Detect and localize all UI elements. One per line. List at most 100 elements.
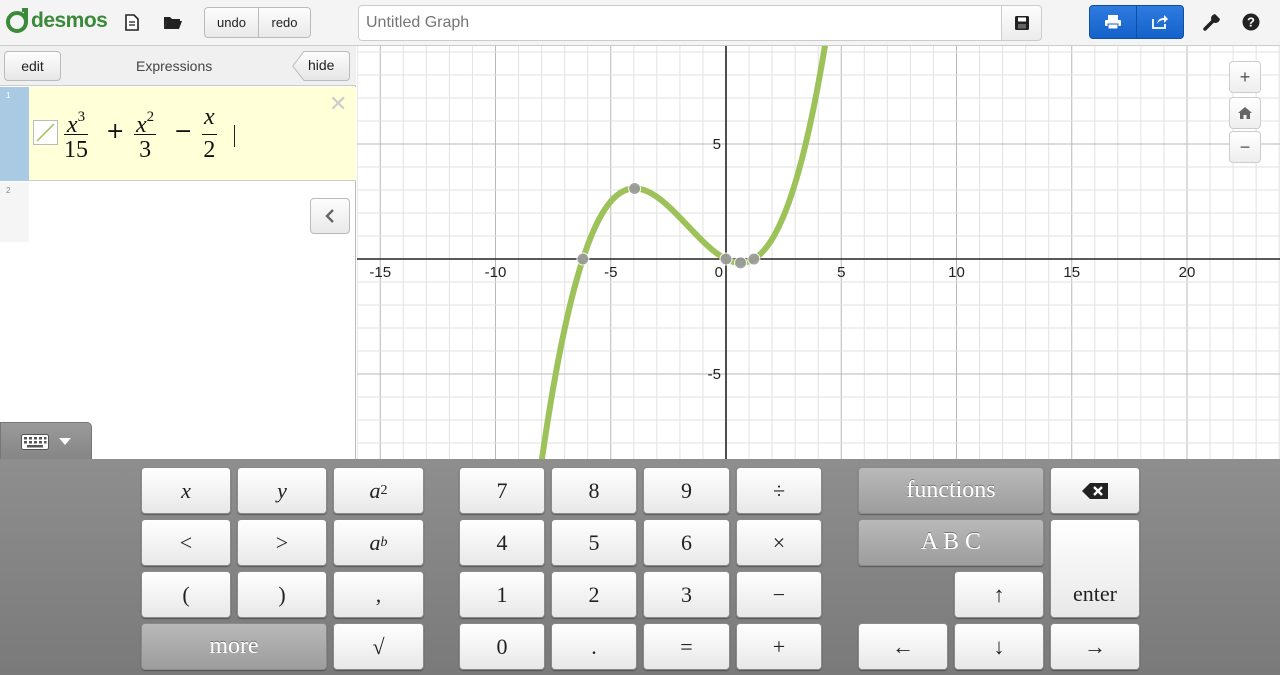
key-8[interactable]: 8 <box>551 467 637 514</box>
expression-gutter: 2 <box>0 182 29 242</box>
key-arrow-up[interactable]: ↑ <box>954 571 1044 618</box>
keypad-toggle[interactable] <box>0 422 92 460</box>
point-of-interest[interactable] <box>576 252 590 266</box>
zoom-in-button[interactable]: + <box>1229 61 1261 93</box>
x-tick-label: 0 <box>715 264 723 281</box>
home-icon <box>1238 107 1252 119</box>
backspace-icon <box>1082 482 1108 499</box>
save-button[interactable] <box>1001 5 1042 41</box>
desmos-logo[interactable]: desmos <box>4 8 108 34</box>
svg-text:?: ? <box>1247 15 1255 30</box>
hide-label: hide <box>308 57 335 73</box>
key-minus[interactable]: − <box>736 571 822 618</box>
key-arrow-left[interactable]: ← <box>858 623 948 670</box>
point-of-interest[interactable] <box>747 252 761 266</box>
key-greater-than[interactable]: > <box>237 519 327 566</box>
logo-icon <box>6 8 28 33</box>
key-left-paren[interactable]: ( <box>141 571 231 618</box>
key-less-than[interactable]: < <box>141 519 231 566</box>
key-plus[interactable]: + <box>736 623 822 670</box>
fraction-term: x2 3 <box>134 109 157 163</box>
x-tick-label: -10 <box>485 264 507 281</box>
key-more[interactable]: more <box>141 623 327 670</box>
key-equals[interactable]: = <box>643 623 730 670</box>
graph-canvas[interactable]: -15 -10 -5 0 5 10 15 20 5 -5 <box>357 46 1280 459</box>
x-tick-label: -5 <box>604 264 617 281</box>
share-icon <box>1152 15 1168 29</box>
y-tick-label: 5 <box>713 136 721 153</box>
key-5[interactable]: 5 <box>551 519 637 566</box>
keyboard-icon <box>21 433 49 450</box>
key-backspace[interactable] <box>1050 467 1140 514</box>
home-button[interactable] <box>1229 97 1261 129</box>
redo-button[interactable]: redo <box>258 7 311 38</box>
folder-icon[interactable] <box>162 12 184 32</box>
expression-gutter: 1 <box>0 87 29 181</box>
key-7[interactable]: 7 <box>459 467 545 514</box>
key-9[interactable]: 9 <box>643 467 730 514</box>
key-power[interactable]: ab <box>333 519 424 566</box>
key-abc[interactable]: A B C <box>858 519 1044 566</box>
fraction-term: x 2 <box>202 104 217 163</box>
close-icon[interactable]: ✕ <box>329 93 347 115</box>
key-right-paren[interactable]: ) <box>237 571 327 618</box>
document-icon[interactable] <box>121 12 143 32</box>
expression-row[interactable]: 2 <box>0 182 356 242</box>
caret-down-icon <box>59 437 71 445</box>
question-icon[interactable]: ? <box>1240 12 1262 32</box>
x-tick-label: 5 <box>837 264 845 281</box>
key-square[interactable]: a2 <box>333 467 424 514</box>
wrench-icon[interactable] <box>1201 12 1223 32</box>
keypad: x y a2 < > ab ( ) , more √ 7 8 9 ÷ 4 5 6… <box>0 459 1280 675</box>
graph-title-input[interactable] <box>358 5 1002 41</box>
expression-header: edit Expressions hide <box>0 46 356 86</box>
key-x[interactable]: x <box>141 467 231 514</box>
y-tick-label: -5 <box>708 366 721 383</box>
point-of-interest[interactable] <box>628 181 642 195</box>
floppy-icon <box>1014 16 1029 30</box>
undo-button[interactable]: undo <box>204 7 259 38</box>
key-decimal[interactable]: . <box>551 623 637 670</box>
hide-button[interactable]: hide <box>292 51 350 81</box>
key-functions[interactable]: functions <box>858 467 1044 514</box>
key-1[interactable]: 1 <box>459 571 545 618</box>
x-tick-label: 20 <box>1179 264 1196 281</box>
fraction-term: x3 15 <box>64 109 88 163</box>
key-arrow-down[interactable]: ↓ <box>954 623 1044 670</box>
key-divide[interactable]: ÷ <box>736 467 822 514</box>
x-tick-label: 10 <box>948 264 965 281</box>
print-button[interactable] <box>1089 5 1137 39</box>
plus-operator: + <box>106 119 125 144</box>
expression-panel: edit Expressions hide 1 x3 15 + x2 3 − x… <box>0 46 356 459</box>
point-of-interest[interactable] <box>734 256 748 270</box>
key-multiply[interactable]: × <box>736 519 822 566</box>
zoom-out-button[interactable]: − <box>1229 131 1261 163</box>
text-caret <box>234 125 235 147</box>
edit-button[interactable]: edit <box>4 51 61 81</box>
key-2[interactable]: 2 <box>551 571 637 618</box>
expression-row[interactable]: 1 x3 15 + x2 3 − x 2 ✕ <box>0 87 356 181</box>
expression-index: 1 <box>6 91 11 100</box>
key-4[interactable]: 4 <box>459 519 545 566</box>
graph-style-toggle[interactable] <box>33 120 58 145</box>
key-comma[interactable]: , <box>333 571 424 618</box>
collapse-panel-button[interactable] <box>310 198 350 234</box>
point-of-interest[interactable] <box>719 252 733 266</box>
chevron-left-icon <box>325 209 334 223</box>
key-enter[interactable]: enter <box>1050 519 1140 618</box>
key-y[interactable]: y <box>237 467 327 514</box>
expression-index: 2 <box>6 186 11 195</box>
x-tick-label: -15 <box>369 264 391 281</box>
key-3[interactable]: 3 <box>643 571 730 618</box>
top-bar: desmos undo redo ? <box>0 0 1280 46</box>
x-tick-label: 15 <box>1063 264 1080 281</box>
share-button[interactable] <box>1136 5 1184 39</box>
key-0[interactable]: 0 <box>459 623 545 670</box>
key-arrow-right[interactable]: → <box>1050 623 1140 670</box>
key-sqrt[interactable]: √ <box>333 623 424 670</box>
minus-operator: − <box>174 119 193 144</box>
graph-plot[interactable]: -15 -10 -5 0 5 10 15 20 5 -5 <box>357 46 1280 459</box>
expressions-title: Expressions <box>136 58 213 74</box>
logo-text: desmos <box>31 9 108 32</box>
key-6[interactable]: 6 <box>643 519 730 566</box>
